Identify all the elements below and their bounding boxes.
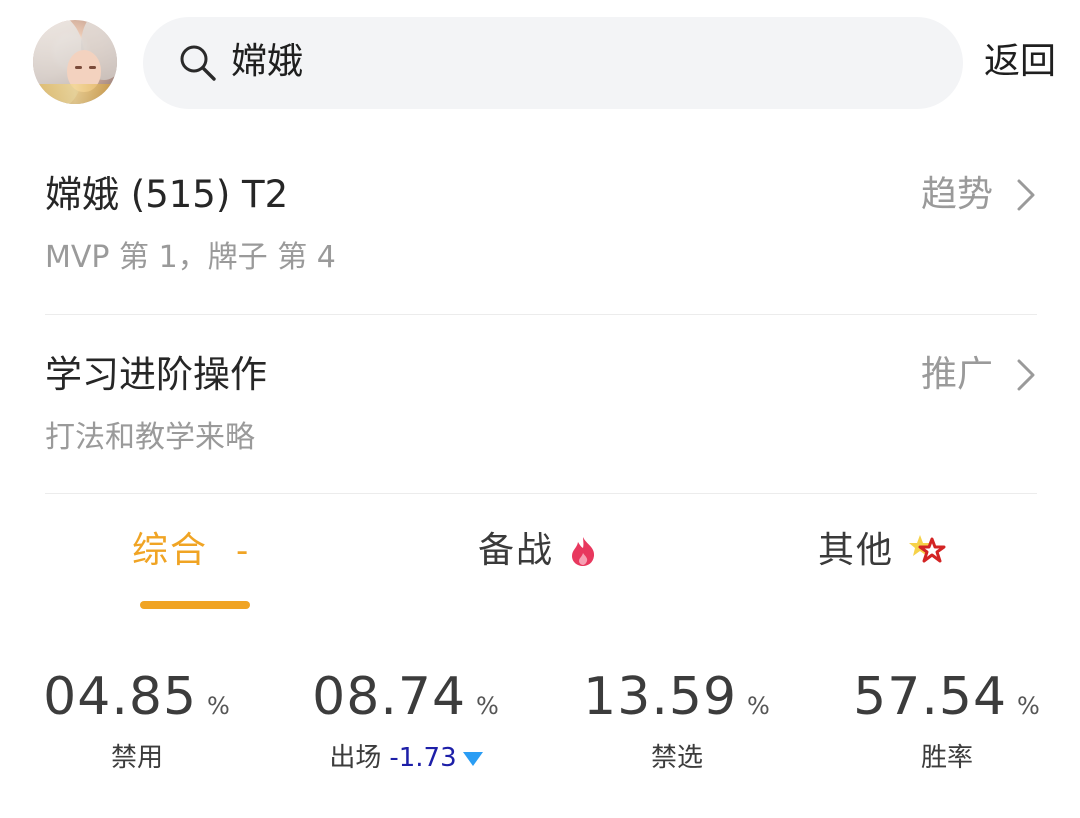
tab-overview-label: 综合 — [132, 530, 209, 571]
tab-prepare-label: 备战 — [478, 530, 555, 571]
hero-info-row[interactable]: 嫦娥 (515) T2 MVP 第 1，牌子 第 4 趋势 — [45, 172, 1037, 278]
stat-pick-rate: 08.74% 出场 -1.73 — [291, 666, 521, 775]
stat-value: 57.54 — [853, 667, 1008, 727]
search-bar[interactable]: 嫦娥 — [143, 17, 963, 109]
trend-label: 趋势 — [920, 174, 993, 215]
stat-unit: % — [1017, 692, 1041, 720]
hero-title: 嫦娥 (515) T2 — [45, 173, 289, 216]
back-button[interactable]: 返回 — [984, 38, 1056, 86]
avatar-eye-left — [75, 66, 82, 69]
chevron-right-icon — [1017, 179, 1035, 211]
stat-unit: % — [476, 692, 500, 720]
tab-overview-suffix: - — [236, 531, 249, 571]
stat-value: 08.74 — [312, 667, 467, 727]
stat-win-rate: 57.54% 胜率 — [832, 666, 1062, 775]
star-icon — [909, 535, 946, 563]
stat-unit: % — [207, 692, 231, 720]
tab-other[interactable]: 其他 — [818, 528, 948, 574]
divider — [45, 493, 1037, 494]
stat-value: 13.59 — [583, 667, 738, 727]
promote-label: 推广 — [920, 354, 993, 395]
stat-label: 禁用 — [110, 743, 163, 773]
tab-prepare[interactable]: 备战 — [478, 528, 598, 574]
stat-value: 04.85 — [43, 667, 198, 727]
stat-delta: -1.73 — [389, 743, 457, 773]
hero-stats-page: 嫦娥 返回 嫦娥 (515) T2 MVP 第 1，牌子 第 4 趋势 学习进阶… — [0, 0, 1080, 818]
stat-label: 禁选 — [650, 743, 703, 773]
tab-overview[interactable]: 综合 - — [132, 528, 248, 574]
trend-down-icon — [462, 751, 483, 766]
stat-label: 胜率 — [920, 743, 973, 773]
trend-link[interactable]: 趋势 — [921, 172, 1037, 218]
avatar[interactable] — [33, 20, 117, 104]
search-input[interactable]: 嫦娥 — [231, 39, 303, 85]
learn-title: 学习进阶操作 — [45, 353, 267, 396]
avatar-eye-right — [89, 66, 96, 69]
chevron-right-icon — [1017, 359, 1035, 391]
avatar-ornament — [33, 84, 117, 104]
search-icon[interactable] — [179, 44, 217, 82]
learn-subtitle: 打法和教学来略 — [45, 420, 255, 455]
stat-ban-pick-rate: 13.59% 禁选 — [562, 666, 792, 775]
flame-icon — [572, 537, 595, 566]
tab-other-label: 其他 — [818, 530, 895, 571]
tab-active-indicator — [140, 601, 250, 609]
promote-link[interactable]: 推广 — [921, 352, 1037, 398]
stat-ban-rate: 04.85% 禁用 — [22, 666, 252, 775]
stat-unit: % — [747, 692, 771, 720]
learn-row[interactable]: 学习进阶操作 打法和教学来略 推广 — [45, 352, 1037, 458]
hero-rank-subtitle: MVP 第 1，牌子 第 4 — [45, 240, 336, 275]
divider — [45, 314, 1037, 315]
stat-label: 出场 — [329, 743, 382, 773]
